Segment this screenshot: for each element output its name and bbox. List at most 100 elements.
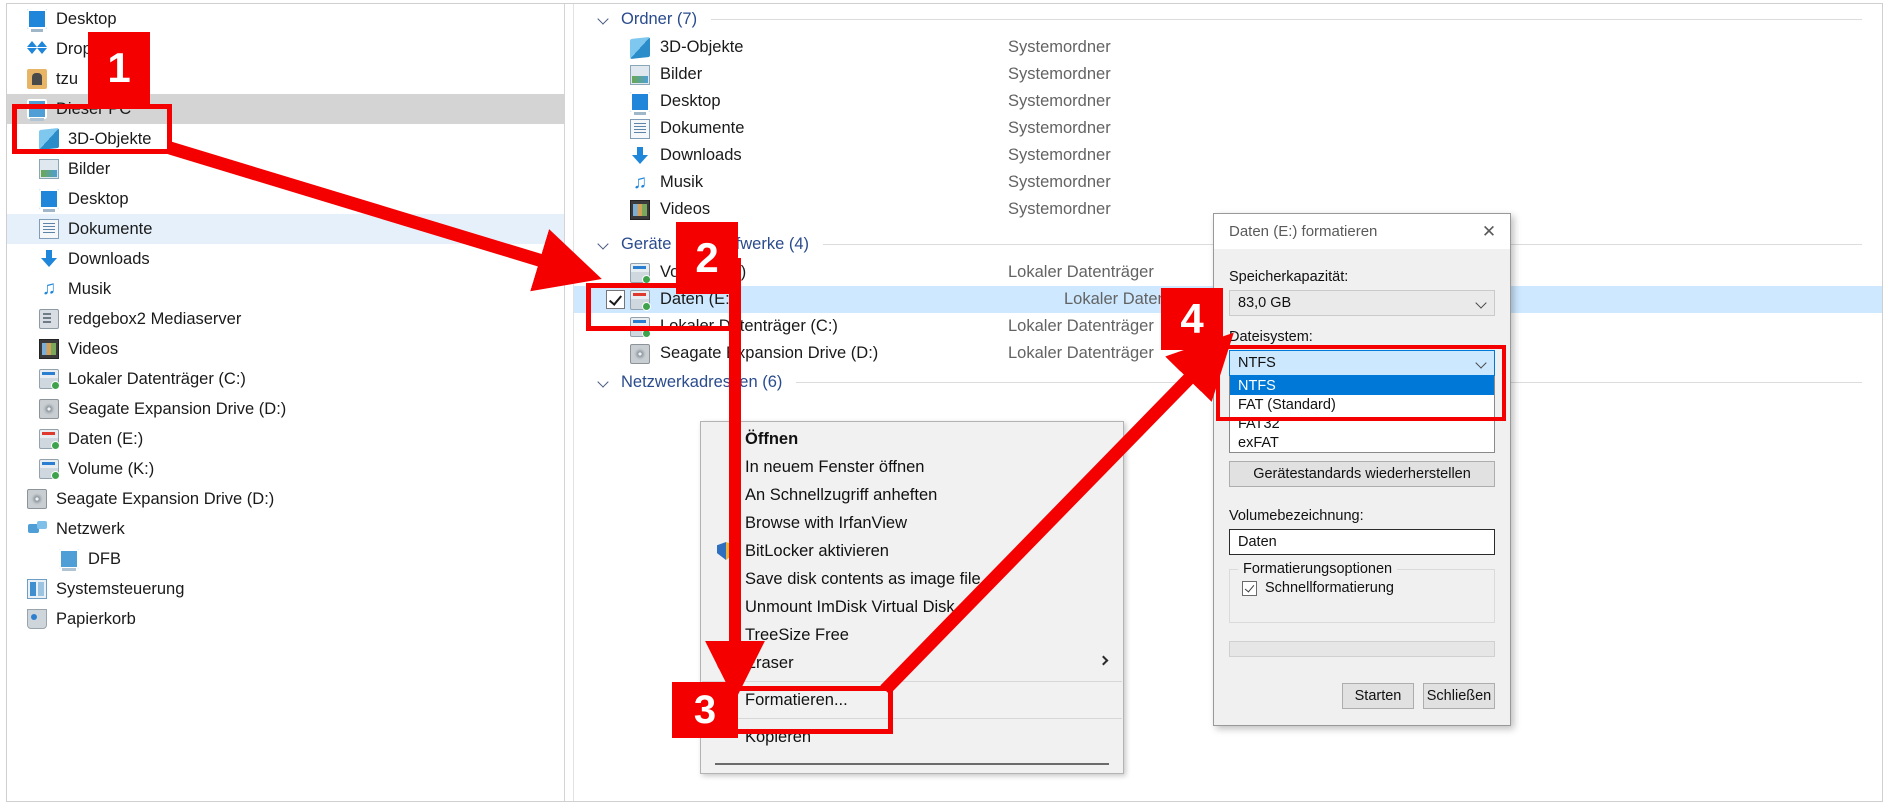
nav-item-label: Musik bbox=[68, 280, 111, 299]
callout-badge-2: 2 bbox=[676, 222, 738, 294]
file-row[interactable]: BilderSystemordner bbox=[574, 61, 1882, 88]
context-menu-item[interactable]: Öffnen bbox=[701, 425, 1123, 453]
filesystem-option[interactable]: exFAT bbox=[1230, 433, 1494, 452]
documents-icon bbox=[39, 219, 59, 239]
pictures-icon bbox=[39, 159, 59, 179]
context-menu-item[interactable]: An Schnellzugriff anheften bbox=[701, 481, 1123, 509]
quick-format-label: Schnellformatierung bbox=[1265, 580, 1394, 596]
nav-item-label: Videos bbox=[68, 340, 118, 359]
file-name-label: Seagate Expansion Drive (D:) bbox=[660, 344, 878, 363]
monitor-icon bbox=[39, 189, 59, 209]
pane-divider[interactable] bbox=[565, 4, 574, 801]
capacity-select[interactable]: 83,0 GB bbox=[1229, 290, 1495, 316]
restore-device-defaults-button[interactable]: Gerätestandards wiederherstellen bbox=[1229, 461, 1495, 487]
file-name-cell: ♫Musik bbox=[574, 173, 1004, 193]
file-name-cell: Videos bbox=[574, 200, 1004, 220]
chevron-down-icon[interactable] bbox=[597, 237, 611, 251]
context-menu-label: Öffnen bbox=[723, 430, 798, 449]
context-menu-item[interactable]: Unmount ImDisk Virtual Disk bbox=[701, 593, 1123, 621]
context-menu-item[interactable]: BitLocker aktivieren bbox=[701, 537, 1123, 565]
nav-item[interactable]: Dokumente bbox=[7, 214, 564, 244]
file-row[interactable]: DownloadsSystemordner bbox=[574, 142, 1882, 169]
drive-icon bbox=[630, 263, 650, 283]
start-button[interactable]: Starten bbox=[1342, 683, 1414, 709]
group-header-label: Netzwerkadressen (6) bbox=[621, 373, 782, 392]
quick-format-checkbox[interactable] bbox=[1242, 581, 1257, 596]
context-menu-label: In neuem Fenster öffnen bbox=[723, 458, 924, 477]
chevron-down-icon[interactable] bbox=[597, 12, 611, 26]
close-icon[interactable]: ✕ bbox=[1468, 214, 1510, 249]
nav-item-label: Netzwerk bbox=[56, 520, 125, 539]
nav-item[interactable]: Videos bbox=[7, 334, 564, 364]
file-name-cell: Bilder bbox=[574, 65, 1004, 85]
nav-item[interactable]: ♫ Musik bbox=[7, 274, 564, 304]
menu-bottom-rule bbox=[715, 763, 1109, 765]
nav-item-label: Volume (K:) bbox=[68, 460, 154, 479]
nav-item-label: Seagate Expansion Drive (D:) bbox=[56, 490, 274, 509]
file-name-cell: Downloads bbox=[574, 146, 1004, 166]
file-name-cell: Desktop bbox=[574, 92, 1004, 112]
file-type-label: Systemordner bbox=[1004, 119, 1111, 138]
file-row[interactable]: DesktopSystemordner bbox=[574, 88, 1882, 115]
format-options-group: Formatierungsoptionen Schnellformatierun… bbox=[1229, 569, 1495, 623]
context-menu-label: BitLocker aktivieren bbox=[723, 542, 889, 561]
highlight-box-this-pc bbox=[12, 104, 172, 154]
nav-item[interactable]: Seagate Expansion Drive (D:) bbox=[7, 394, 564, 424]
format-options-legend: Formatierungsoptionen bbox=[1238, 561, 1397, 577]
network-icon bbox=[27, 519, 47, 539]
nav-item[interactable]: Desktop bbox=[7, 4, 564, 34]
nav-item[interactable]: Papierkorb bbox=[7, 604, 564, 634]
group-header[interactable]: Ordner (7) bbox=[574, 4, 1882, 34]
nav-item[interactable]: redgebox2 Mediaserver bbox=[7, 304, 564, 334]
file-name-cell: Seagate Expansion Drive (D:) bbox=[574, 344, 1004, 364]
this-pc-icon bbox=[59, 549, 79, 569]
pictures-icon bbox=[630, 65, 650, 85]
callout-badge-1: 1 bbox=[88, 32, 150, 104]
3d-objects-icon bbox=[630, 36, 650, 58]
file-name-label: Musik bbox=[660, 173, 703, 192]
context-menu-item[interactable]: TreeSize Free bbox=[701, 621, 1123, 649]
context-menu-item[interactable]: Save disk contents as image file bbox=[701, 565, 1123, 593]
file-row[interactable]: Dokumente Systemordner bbox=[574, 115, 1882, 142]
nav-item[interactable]: Seagate Expansion Drive (D:) bbox=[7, 484, 564, 514]
nav-item[interactable]: Systemsteuerung bbox=[7, 574, 564, 604]
nav-item[interactable]: Daten (E:) bbox=[7, 424, 564, 454]
nav-item-label: Desktop bbox=[56, 10, 117, 29]
filesystem-label: Dateisystem: bbox=[1229, 329, 1495, 345]
highlight-box-formatieren bbox=[733, 686, 893, 734]
context-menu-label: Unmount ImDisk Virtual Disk bbox=[723, 598, 955, 617]
nav-item[interactable]: Bilder bbox=[7, 154, 564, 184]
monitor-icon bbox=[27, 9, 47, 29]
format-dialog[interactable]: Daten (E:) formatieren ✕ Speicherkapazit… bbox=[1213, 213, 1511, 726]
nav-item[interactable]: DFB bbox=[7, 544, 564, 574]
file-name-label: Downloads bbox=[660, 146, 742, 165]
videos-icon bbox=[39, 339, 59, 359]
quick-format-row[interactable]: Schnellformatierung bbox=[1242, 580, 1482, 596]
nav-item[interactable]: Downloads bbox=[7, 244, 564, 274]
eraser-icon bbox=[717, 654, 735, 672]
chevron-down-icon[interactable] bbox=[597, 375, 611, 389]
nav-item[interactable]: Netzwerk bbox=[7, 514, 564, 544]
nav-item[interactable]: Lokaler Datenträger (C:) bbox=[7, 364, 564, 394]
context-menu-item[interactable]: In neuem Fenster öffnen bbox=[701, 453, 1123, 481]
context-menu-item[interactable]: Eraser bbox=[701, 649, 1123, 677]
file-type-label: Systemordner bbox=[1004, 38, 1111, 57]
nav-item-label: Downloads bbox=[68, 250, 150, 269]
nav-item-label: Bilder bbox=[68, 160, 110, 179]
file-row[interactable]: 3D-ObjekteSystemordner bbox=[574, 34, 1882, 61]
nav-item[interactable]: Desktop bbox=[7, 184, 564, 214]
chevron-down-icon bbox=[1475, 297, 1486, 308]
nav-item-label: DFB bbox=[88, 550, 121, 569]
file-row[interactable]: ♫MusikSystemordner bbox=[574, 169, 1882, 196]
monitor-icon bbox=[630, 92, 650, 112]
nav-item[interactable]: Volume (K:) bbox=[7, 454, 564, 484]
close-button[interactable]: Schließen bbox=[1423, 683, 1495, 709]
context-menu-item[interactable]: Browse with IrfanView bbox=[701, 509, 1123, 537]
context-menu-label: Browse with IrfanView bbox=[723, 514, 907, 533]
chevron-right-icon bbox=[1099, 656, 1109, 666]
volume-label: Volumebezeichnung: bbox=[1229, 508, 1495, 524]
volume-label-input[interactable]: Daten bbox=[1229, 529, 1495, 555]
nav-item-label: Desktop bbox=[68, 190, 129, 209]
file-name-label: Dokumente bbox=[660, 119, 744, 138]
music-icon: ♫ bbox=[39, 279, 59, 299]
